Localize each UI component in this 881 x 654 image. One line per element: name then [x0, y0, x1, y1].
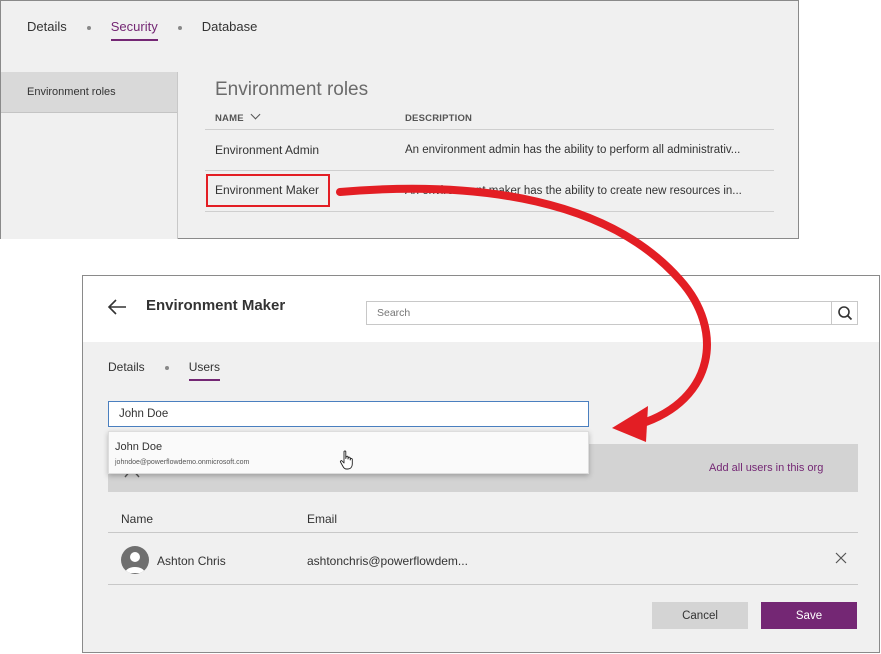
user-row-name: Ashton Chris: [157, 554, 226, 568]
sidebar-item-environment-roles[interactable]: Environment roles: [1, 72, 177, 113]
role-description: An environment maker has the ability to …: [405, 185, 742, 197]
tab-details[interactable]: Details: [108, 360, 145, 378]
role-detail-panel: Environment Maker Details Users Add all …: [82, 275, 880, 653]
search-button[interactable]: [831, 301, 858, 325]
detail-header: Environment Maker: [83, 276, 879, 342]
person-icon: [125, 552, 145, 573]
save-button[interactable]: Save: [761, 602, 857, 629]
tab-security[interactable]: Security: [110, 19, 158, 41]
divider: [205, 170, 774, 171]
environment-security-panel: Details Security Database Environment ro…: [0, 0, 799, 239]
name-column-label: NAME: [215, 113, 244, 124]
role-description: An environment admin has the ability to …: [405, 144, 741, 156]
top-tab-bar: Details Security Database: [27, 19, 258, 41]
divider: [205, 211, 774, 212]
tab-separator: [86, 25, 91, 30]
description-column-header: DESCRIPTION: [405, 113, 473, 124]
search-icon: [838, 306, 853, 321]
suggestion-name: John Doe: [115, 441, 163, 453]
email-column-header: Email: [307, 512, 338, 526]
sidebar: Environment roles: [1, 72, 178, 239]
hand-cursor-icon: [339, 450, 353, 470]
divider: [108, 584, 858, 585]
user-row-email: ashtonchris@powerflowdem...: [307, 554, 468, 568]
chevron-down-icon[interactable]: [250, 109, 261, 120]
search-input[interactable]: [366, 301, 858, 325]
cancel-button[interactable]: Cancel: [652, 602, 748, 629]
roles-title: Environment roles: [215, 79, 369, 100]
name-column-header[interactable]: NAME: [215, 109, 261, 124]
add-user-input[interactable]: [108, 401, 589, 427]
divider: [205, 129, 774, 130]
close-icon[interactable]: [835, 552, 847, 564]
suggestion-email: johndoe@powerflowdemo.onmicrosoft.com: [115, 459, 250, 466]
tab-database[interactable]: Database: [202, 19, 258, 38]
detail-tab-bar: Details Users: [108, 360, 221, 381]
divider: [108, 532, 858, 533]
name-column-header: Name: [121, 512, 154, 526]
tab-details[interactable]: Details: [27, 19, 67, 38]
highlight-box: [206, 174, 330, 207]
page-title: Environment Maker: [146, 297, 286, 314]
role-name-environment-admin[interactable]: Environment Admin: [215, 143, 319, 157]
back-arrow-icon[interactable]: [107, 298, 127, 316]
avatar: [121, 546, 149, 574]
tab-separator: [164, 366, 169, 370]
tab-separator: [177, 25, 182, 30]
tab-users[interactable]: Users: [188, 360, 221, 381]
add-all-users-link[interactable]: Add all users in this org: [709, 462, 823, 474]
